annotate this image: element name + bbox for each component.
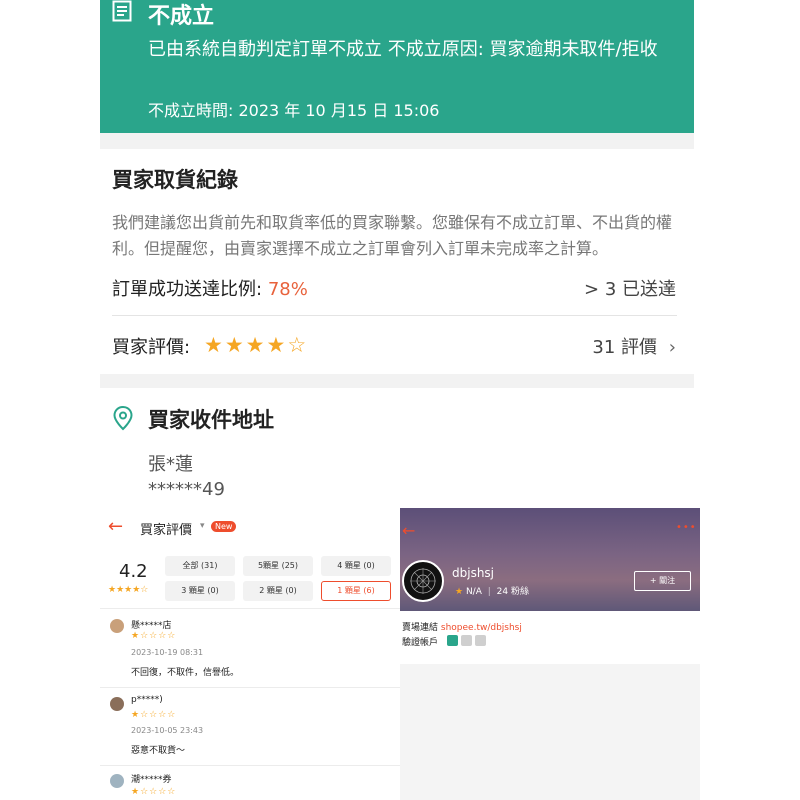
star-filled-icon: ★	[245, 333, 267, 357]
shop-meta: ★ N/A | 24 粉絲	[455, 587, 529, 597]
address-title: 買家收件地址	[148, 408, 274, 432]
avatar	[110, 774, 124, 788]
document-icon	[112, 0, 132, 22]
shop-followers: 24 粉絲	[496, 587, 529, 597]
back-arrow-icon[interactable]: ←	[402, 521, 415, 540]
review-divider	[100, 765, 400, 766]
dropdown-caret-icon[interactable]: ▾	[200, 521, 205, 531]
shop-cover-image	[400, 508, 700, 611]
delivered-count-link[interactable]: > 3 已送達	[584, 275, 676, 301]
shop-link-row: 賣場連結 shopee.tw/dbjshsj	[402, 620, 522, 633]
more-options-icon[interactable]: •••	[676, 522, 697, 533]
review-text: 不回復，不取件，信譽低。	[131, 668, 240, 678]
review-count-text: 31 評價	[592, 337, 658, 358]
star-icon: ★	[455, 587, 464, 597]
buyer-reviews-screen: ← 買家評價 ▾ New 4.2 ★★★★☆ 全部 (31) 5顆星 (25) …	[100, 508, 400, 800]
order-status-banner: 不成立 已由系統自動判定訂單不成立 不成立原因: 買家逾期未取件/拒收 不成立時…	[100, 0, 694, 133]
shop-name: dbjshsj	[452, 566, 495, 580]
review-date: 2023-10-19 08:31	[131, 648, 204, 657]
reviewer-name: 懸*****店	[131, 621, 172, 631]
chevron-right-icon: ›	[668, 337, 676, 358]
order-cancel-reason: 已由系統自動判定訂單不成立 不成立原因: 買家逾期未取件/拒收	[148, 39, 658, 60]
section-divider	[100, 374, 694, 388]
row-divider	[112, 315, 677, 316]
review-stars: ★☆☆☆☆	[131, 787, 177, 797]
recipient-name: 張*蓮	[148, 454, 193, 475]
success-rate-value: 78%	[267, 279, 308, 300]
review-text: 惡意不取貨～	[131, 746, 186, 756]
success-rate-row: 訂單成功送達比例: 78%	[112, 275, 308, 301]
review-divider	[100, 687, 400, 688]
new-badge: New	[211, 521, 237, 532]
email-icon	[461, 635, 472, 646]
order-detail-screen: 不成立 已由系統自動判定訂單不成立 不成立原因: 買家逾期未取件/拒收 不成立時…	[100, 0, 694, 500]
shop-avatar	[402, 560, 444, 602]
location-pin-icon	[113, 405, 133, 431]
pickup-record-title: 買家取貨紀錄	[112, 168, 238, 192]
success-rate-label: 訂單成功送達比例:	[112, 279, 263, 300]
star-filled-icon: ★	[224, 333, 246, 357]
pickup-record-description: 我們建議您出貨前先和取貨率低的買家聯繫。您雖保有不成立訂單、不出貨的權利。但提醒…	[112, 213, 673, 258]
review-date: 2023-10-05 23:43	[131, 726, 204, 735]
shop-content-area	[400, 664, 700, 800]
reviewer-name: 潮*****券	[131, 775, 172, 785]
phone-verified-icon	[447, 635, 458, 646]
filter-5-star[interactable]: 5顆星 (25)	[243, 556, 313, 576]
buyer-rating-stars: ★★★★☆	[204, 333, 308, 357]
shop-link-url[interactable]: shopee.tw/dbjshsj	[441, 623, 522, 633]
facebook-icon	[475, 635, 486, 646]
buyer-rating-label: 買家評價:	[112, 337, 191, 358]
review-divider	[100, 608, 400, 609]
star-filled-icon: ★	[266, 333, 288, 357]
reviews-header-title: 買家評價	[140, 523, 193, 538]
back-arrow-icon[interactable]: ←	[108, 516, 123, 537]
filter-4-star[interactable]: 4 顆星 (0)	[321, 556, 391, 576]
star-empty-icon: ☆	[287, 333, 309, 357]
star-filled-icon: ★	[204, 333, 225, 357]
filter-2-star[interactable]: 2 顆星 (0)	[243, 581, 313, 601]
shop-logo-icon	[410, 568, 436, 594]
filter-all[interactable]: 全部 (31)	[165, 556, 235, 576]
reviewer-name: p*****)	[131, 695, 163, 705]
review-stars: ★☆☆☆☆	[131, 631, 177, 641]
avatar	[110, 697, 124, 711]
review-count-link[interactable]: 31 評價 ›	[592, 333, 676, 359]
section-divider	[100, 133, 694, 149]
recipient-phone: ******49	[148, 479, 225, 500]
verify-account-label: 驗證帳戶	[402, 638, 439, 648]
order-cancel-time: 不成立時間: 2023 年 10 月15 日 15:06	[148, 101, 440, 120]
follow-button[interactable]: + 關注	[634, 571, 691, 591]
shop-rating: N/A	[465, 587, 482, 597]
review-stars: ★☆☆☆☆	[131, 710, 177, 720]
filter-1-star[interactable]: 1 顆星 (6)	[321, 581, 391, 601]
order-status-title: 不成立	[148, 4, 215, 29]
shop-link-label: 賣場連結	[402, 623, 439, 633]
shop-profile-screen: ← ••• dbjshsj ★ N/A | 24 粉絲 + 關注 賣場連結 sh…	[400, 508, 700, 800]
average-stars: ★★★★☆	[108, 585, 149, 595]
average-score: 4.2	[119, 561, 148, 582]
avatar	[110, 619, 124, 633]
filter-3-star[interactable]: 3 顆星 (0)	[165, 581, 235, 601]
